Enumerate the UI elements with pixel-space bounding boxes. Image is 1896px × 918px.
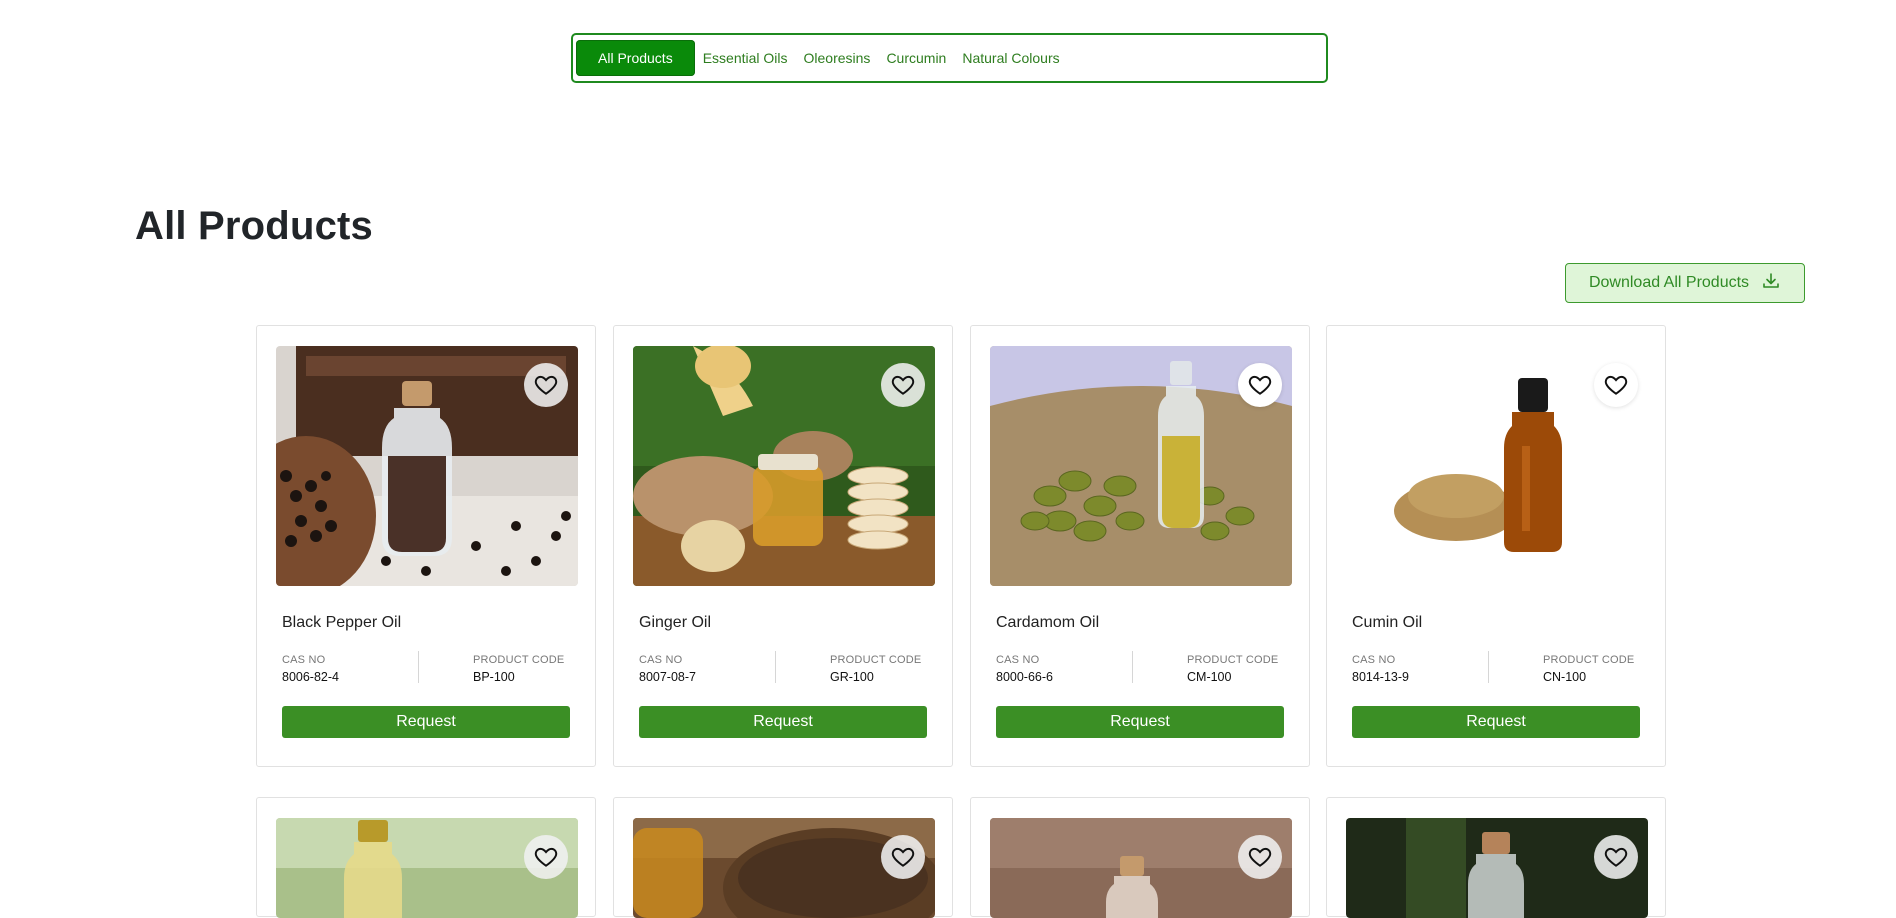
download-icon xyxy=(1761,271,1781,296)
product-name: Cumin Oil xyxy=(1352,614,1423,631)
divider xyxy=(1132,651,1133,683)
tab-all-products[interactable]: All Products xyxy=(576,40,695,76)
product-card: Black Pepper Oil CAS NO 8006-82-4 PRODUC… xyxy=(256,325,596,767)
favorite-button[interactable] xyxy=(1594,835,1638,879)
product-card: Cardamom Oil CAS NO 8000-66-6 PRODUCT CO… xyxy=(970,325,1310,767)
request-button[interactable]: Request xyxy=(282,706,570,738)
category-tabs: All Products Essential Oils Oleoresins C… xyxy=(571,33,1328,83)
product-code-value: CN-100 xyxy=(1543,670,1587,684)
product-image xyxy=(990,818,1292,918)
favorite-button[interactable] xyxy=(881,835,925,879)
product-name: Cardamom Oil xyxy=(996,614,1100,631)
product-card: Cumin Oil CAS NO 8014-13-9 PRODUCT CODE … xyxy=(1326,325,1666,767)
cas-label: CAS NO xyxy=(1352,654,1396,666)
product-card xyxy=(1326,797,1666,918)
divider xyxy=(418,651,419,683)
favorite-button[interactable] xyxy=(524,835,568,879)
product-name: Black Pepper Oil xyxy=(282,614,402,631)
favorite-button[interactable] xyxy=(1594,363,1638,407)
product-image xyxy=(1346,818,1648,918)
heart-icon xyxy=(1604,375,1628,395)
request-button[interactable]: Request xyxy=(1352,706,1640,738)
heart-icon xyxy=(891,375,915,395)
favorite-button[interactable] xyxy=(881,363,925,407)
product-image xyxy=(633,818,935,918)
product-code-value: CM-100 xyxy=(1187,670,1232,684)
download-button-label: Download All Products xyxy=(1588,274,1750,291)
product-image-black-pepper xyxy=(276,346,578,586)
product-image-ginger xyxy=(633,346,935,586)
divider xyxy=(775,651,776,683)
product-code-value: BP-100 xyxy=(473,670,515,684)
heart-icon xyxy=(1248,847,1272,867)
product-card: Ginger Oil CAS NO 8007-08-7 PRODUCT CODE… xyxy=(613,325,953,767)
heart-icon xyxy=(534,847,558,867)
tab-curcumin[interactable]: Curcumin xyxy=(886,50,946,66)
favorite-button[interactable] xyxy=(1238,363,1282,407)
product-image xyxy=(276,818,578,918)
cas-label: CAS NO xyxy=(996,654,1040,666)
cas-label: CAS NO xyxy=(282,654,326,666)
cas-label: CAS NO xyxy=(639,654,683,666)
divider xyxy=(1488,651,1489,683)
favorite-button[interactable] xyxy=(1238,835,1282,879)
tab-oleoresins[interactable]: Oleoresins xyxy=(804,50,871,66)
cas-value: 8007-08-7 xyxy=(639,670,696,684)
product-card xyxy=(970,797,1310,918)
product-code-label: PRODUCT CODE xyxy=(1543,654,1635,666)
cas-value: 8006-82-4 xyxy=(282,670,339,684)
product-name: Ginger Oil xyxy=(639,614,712,631)
heart-icon xyxy=(891,847,915,867)
download-all-products-button[interactable]: Download All Products xyxy=(1565,263,1805,303)
product-code-label: PRODUCT CODE xyxy=(1187,654,1279,666)
request-button[interactable]: Request xyxy=(639,706,927,738)
product-image-cardamom xyxy=(990,346,1292,586)
heart-icon xyxy=(534,375,558,395)
request-button[interactable]: Request xyxy=(996,706,1284,738)
heart-icon xyxy=(1604,847,1628,867)
product-card xyxy=(613,797,953,918)
product-code-label: PRODUCT CODE xyxy=(830,654,922,666)
tab-essential-oils[interactable]: Essential Oils xyxy=(703,50,788,66)
product-code-value: GR-100 xyxy=(830,670,874,684)
cas-value: 8014-13-9 xyxy=(1352,670,1409,684)
favorite-button[interactable] xyxy=(524,363,568,407)
tab-natural-colours[interactable]: Natural Colours xyxy=(962,50,1059,66)
cas-value: 8000-66-6 xyxy=(996,670,1053,684)
product-code-label: PRODUCT CODE xyxy=(473,654,565,666)
heart-icon xyxy=(1248,375,1272,395)
product-image-cumin xyxy=(1346,346,1648,586)
page-title: All Products xyxy=(135,204,373,248)
product-card xyxy=(256,797,596,918)
